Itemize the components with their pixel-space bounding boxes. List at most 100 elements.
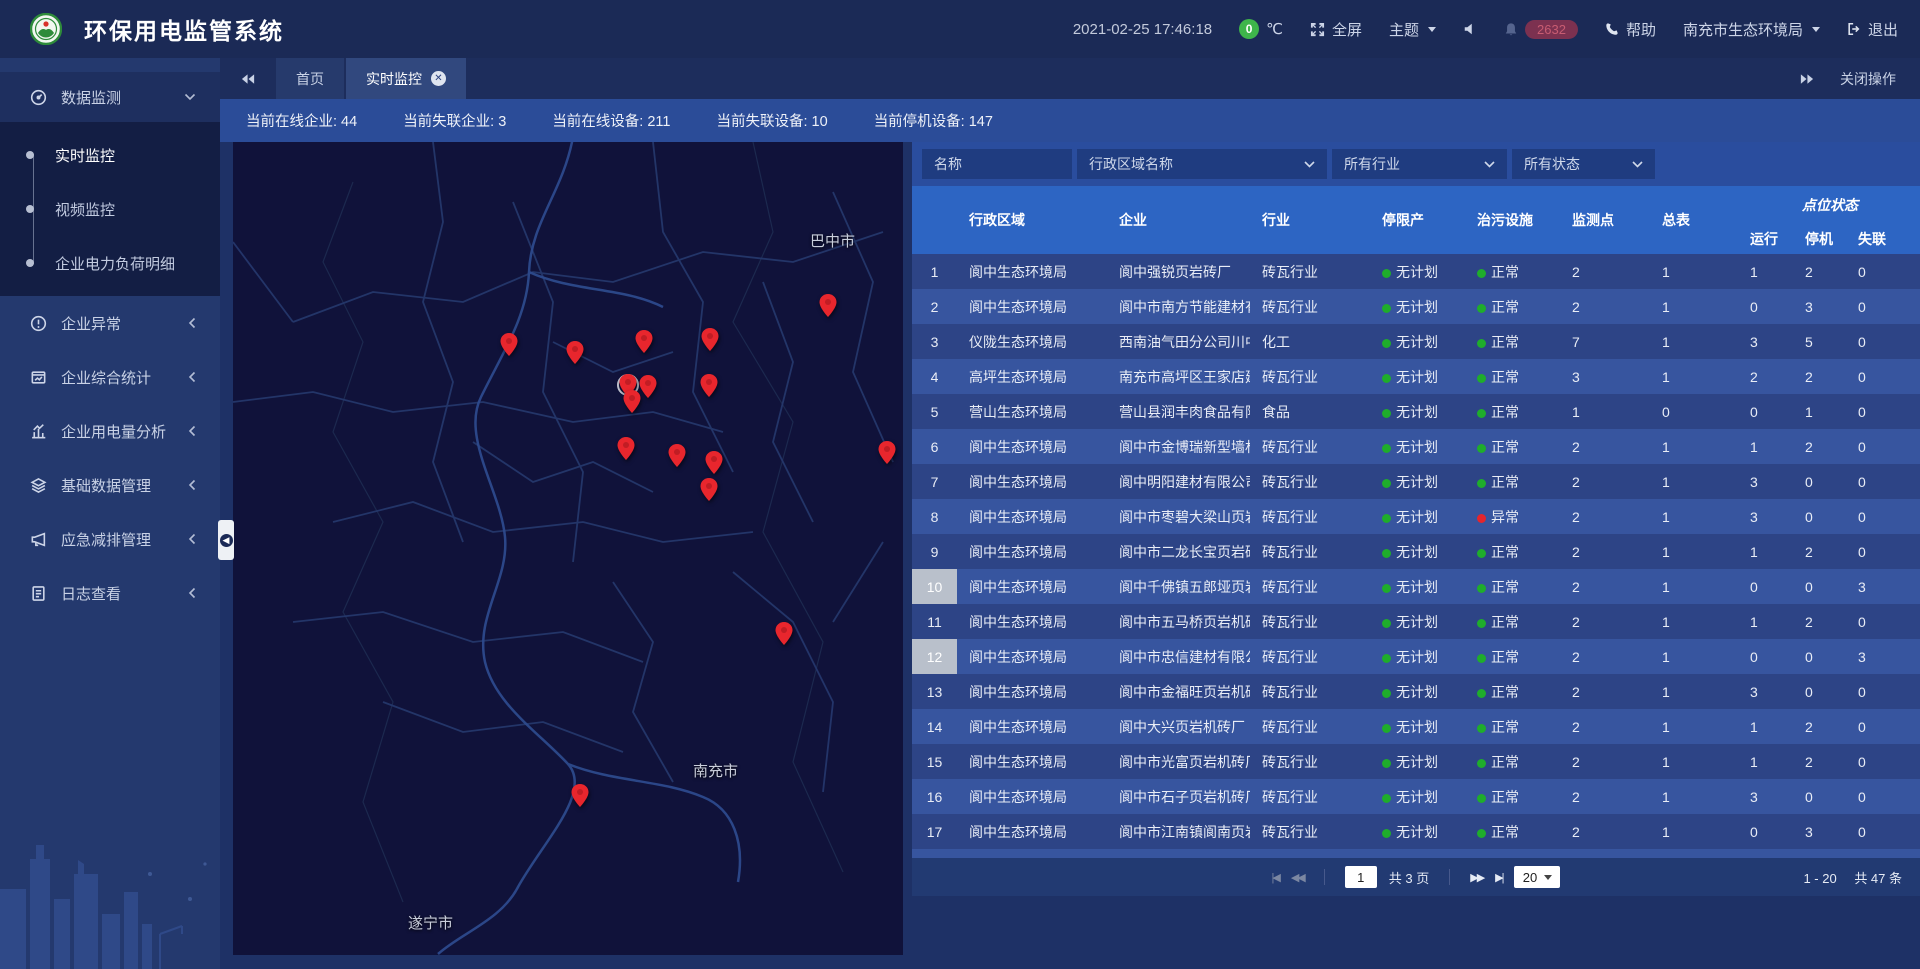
map-marker-icon[interactable] xyxy=(640,375,657,398)
cell-facility: 正常 xyxy=(1465,464,1560,499)
tabs-scroll-right-button[interactable] xyxy=(1799,73,1814,85)
prev-page-button[interactable]: ◀◀ xyxy=(1291,871,1304,884)
logout-button[interactable]: 退出 xyxy=(1847,19,1898,40)
map-marker-icon[interactable] xyxy=(706,451,723,474)
close-icon[interactable]: ✕ xyxy=(431,71,446,86)
table-row[interactable]: 7阆中生态环境局阆中明阳建材有限公司砖瓦行业无计划正常21300 xyxy=(912,464,1920,499)
cell-facility: 正常 xyxy=(1465,639,1560,674)
sidebar-item-4[interactable]: 基础数据管理 xyxy=(0,458,220,512)
map-marker-icon[interactable] xyxy=(776,622,793,645)
table-row[interactable]: 2阆中生态环境局阆中市南方节能建材有砖瓦行业无计划正常21030 xyxy=(912,289,1920,324)
table-row[interactable]: 18南部生态环境局南部县双佛镇大河页岩砖瓦行业无计划正常21060 xyxy=(912,849,1920,858)
map-marker-icon[interactable] xyxy=(820,294,837,317)
table-row[interactable]: 3仪陇生态环境局西南油气田分公司川中化工无计划正常71350 xyxy=(912,324,1920,359)
map-marker-icon[interactable] xyxy=(501,333,518,356)
table-row[interactable]: 15阆中生态环境局阆中市光富页岩机砖厂砖瓦行业无计划正常21120 xyxy=(912,744,1920,779)
name-filter-input[interactable] xyxy=(922,149,1072,179)
table-row[interactable]: 5营山生态环境局营山县润丰肉食品有限食品无计划正常10010 xyxy=(912,394,1920,429)
map-marker-icon[interactable] xyxy=(572,784,589,807)
status-dot-icon xyxy=(1382,794,1391,803)
row-number: 8 xyxy=(912,499,957,534)
industry-filter-select[interactable]: 所有行业 xyxy=(1332,149,1507,179)
sidebar-item-2[interactable]: 企业综合统计 xyxy=(0,350,220,404)
cell-region: 阆中生态环境局 xyxy=(957,464,1107,499)
table-row[interactable]: 4高坪生态环境局南充市高坪区王家店建砖瓦行业无计划正常31220 xyxy=(912,359,1920,394)
sidebar-item-0[interactable]: 数据监测 xyxy=(0,72,220,122)
row-number: 7 xyxy=(912,464,957,499)
tab-0[interactable]: 首页 xyxy=(276,58,344,99)
cell-stop: 无计划 xyxy=(1370,709,1465,744)
page-number-input[interactable] xyxy=(1345,866,1377,888)
page-size-select[interactable]: 20 xyxy=(1514,866,1560,888)
cell-run: 0 xyxy=(1740,849,1795,858)
theme-dropdown[interactable]: 主题 xyxy=(1389,19,1436,40)
cell-stop: 无计划 xyxy=(1370,814,1465,849)
org-dropdown[interactable]: 南充市生态环境局 xyxy=(1683,19,1820,40)
sidebar-subitem-0-2[interactable]: 企业电力负荷明细 xyxy=(0,236,220,290)
fullscreen-button[interactable]: 全屏 xyxy=(1310,19,1362,40)
close-operations-button[interactable]: 关闭操作 xyxy=(1840,69,1896,89)
map-marker-icon[interactable] xyxy=(618,437,635,460)
status-dot-icon xyxy=(1382,689,1391,698)
cell-facility: 正常 xyxy=(1465,324,1560,359)
first-page-button[interactable]: |◀ xyxy=(1272,871,1279,884)
chevron-down-icon xyxy=(1484,161,1495,168)
sidebar-item-5[interactable]: 应急减排管理 xyxy=(0,512,220,566)
row-number: 5 xyxy=(912,394,957,429)
region-filter-select[interactable]: 行政区域名称 xyxy=(1077,149,1327,179)
cell-region: 阆中生态环境局 xyxy=(957,254,1107,289)
status-dot-icon xyxy=(1477,584,1486,593)
mute-button[interactable] xyxy=(1463,22,1477,36)
cell-lost: 0 xyxy=(1848,394,1920,429)
table-row[interactable]: 12阆中生态环境局阆中市忠信建材有限公砖瓦行业无计划正常21003 xyxy=(912,639,1920,674)
sidebar-item-6[interactable]: 日志查看 xyxy=(0,566,220,620)
table-row[interactable]: 6阆中生态环境局阆中市金博瑞新型墙材砖瓦行业无计划正常21120 xyxy=(912,429,1920,464)
tab-bar: 首页实时监控✕ 关闭操作 xyxy=(220,58,1920,99)
bullet-icon xyxy=(26,205,34,213)
map-marker-icon[interactable] xyxy=(567,341,584,364)
table-row[interactable]: 17阆中生态环境局阆中市江南镇阆南页岩砖瓦行业无计划正常21030 xyxy=(912,814,1920,849)
next-page-button[interactable]: ▶▶ xyxy=(1470,871,1483,884)
row-number: 1 xyxy=(912,254,957,289)
cell-monitor: 2 xyxy=(1560,499,1650,534)
status-filter-select[interactable]: 所有状态 xyxy=(1512,149,1655,179)
map-marker-icon[interactable] xyxy=(702,328,719,351)
help-button[interactable]: 帮助 xyxy=(1605,19,1656,40)
cell-monitor: 2 xyxy=(1560,709,1650,744)
cell-halt: 0 xyxy=(1795,779,1848,814)
cell-facility: 正常 xyxy=(1465,814,1560,849)
table-row[interactable]: 13阆中生态环境局阆中市金福旺页岩机砖砖瓦行业无计划正常21300 xyxy=(912,674,1920,709)
horn-icon xyxy=(30,531,47,548)
sidebar-collapse-button[interactable]: ◀ xyxy=(218,520,234,560)
notifications-button[interactable]: 2632 xyxy=(1504,20,1578,39)
table-row[interactable]: 1阆中生态环境局阆中强锐页岩砖厂砖瓦行业无计划正常21120 xyxy=(912,254,1920,289)
map-marker-icon[interactable] xyxy=(636,330,653,353)
last-page-button[interactable]: ▶| xyxy=(1495,871,1502,884)
map[interactable]: 巴中市南充市遂宁市 xyxy=(233,142,903,955)
cell-halt: 5 xyxy=(1795,324,1848,359)
cell-total: 1 xyxy=(1650,604,1740,639)
sidebar-subitem-0-1[interactable]: 视频监控 xyxy=(0,182,220,236)
cell-company: 阆中市五马桥页岩机砖 xyxy=(1107,604,1250,639)
map-marker-icon[interactable] xyxy=(701,374,718,397)
chevron-left-icon xyxy=(188,371,196,383)
table-row[interactable]: 10阆中生态环境局阆中千佛镇五郎垭页岩砖瓦行业无计划正常21003 xyxy=(912,569,1920,604)
temperature-badge: 0 xyxy=(1239,19,1259,39)
tab-1[interactable]: 实时监控✕ xyxy=(346,58,466,99)
table-row[interactable]: 9阆中生态环境局阆中市二龙长宝页岩砖砖瓦行业无计划正常21120 xyxy=(912,534,1920,569)
sidebar-item-1[interactable]: 企业异常 xyxy=(0,296,220,350)
map-marker-icon[interactable] xyxy=(624,390,641,413)
table-row[interactable]: 8阆中生态环境局阆中市枣碧大梁山页岩砖瓦行业无计划异常21300 xyxy=(912,499,1920,534)
map-marker-icon[interactable] xyxy=(701,478,718,501)
sidebar-item-3[interactable]: 企业用电量分析 xyxy=(0,404,220,458)
map-marker-icon[interactable] xyxy=(879,441,896,464)
map-marker-icon[interactable] xyxy=(669,444,686,467)
cell-industry: 砖瓦行业 xyxy=(1250,569,1370,604)
tabs-scroll-left-button[interactable] xyxy=(220,58,276,99)
table-row[interactable]: 14阆中生态环境局阆中大兴页岩机砖厂砖瓦行业无计划正常21120 xyxy=(912,709,1920,744)
table-row[interactable]: 11阆中生态环境局阆中市五马桥页岩机砖砖瓦行业无计划正常21120 xyxy=(912,604,1920,639)
row-number: 16 xyxy=(912,779,957,814)
sidebar-subitem-0-0[interactable]: 实时监控 xyxy=(0,128,220,182)
stat-item: 当前失联设备: 10 xyxy=(717,110,828,131)
table-row[interactable]: 16阆中生态环境局阆中市石子页岩机砖厂砖瓦行业无计划正常21300 xyxy=(912,779,1920,814)
